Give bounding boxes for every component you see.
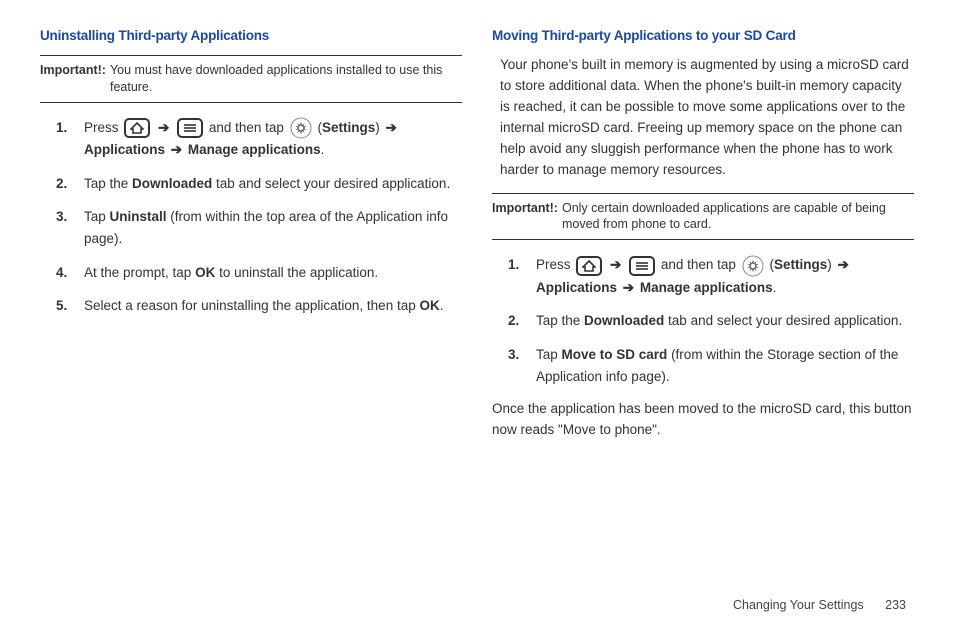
applications-label: Applications xyxy=(536,280,617,295)
step-2: Tap the Downloaded tab and select your d… xyxy=(66,173,462,195)
step-text: . xyxy=(773,280,777,295)
step-text: Tap the xyxy=(84,176,132,191)
ok-label: OK xyxy=(419,298,439,313)
right-steps: Press ➔ and then tap (Settings) ➔ Applic… xyxy=(492,254,914,387)
step-text: . xyxy=(321,142,325,157)
ok-label: OK xyxy=(195,265,215,280)
uninstall-label: Uninstall xyxy=(110,209,167,224)
step-text: Tap the xyxy=(536,313,584,328)
step-4: At the prompt, tap OK to uninstall the a… xyxy=(66,262,462,284)
step-text: At the prompt, tap xyxy=(84,265,195,280)
left-important-box: Important!: You must have downloaded app… xyxy=(40,55,462,103)
page-number: 233 xyxy=(885,598,906,612)
home-key-icon xyxy=(576,256,602,276)
arrow-icon: ➔ xyxy=(169,142,184,157)
settings-gear-icon xyxy=(742,255,764,277)
left-heading: Uninstalling Third-party Applications xyxy=(40,28,462,43)
page-footer: Changing Your Settings 233 xyxy=(733,598,906,612)
menu-key-icon xyxy=(629,256,655,276)
page-root: Uninstalling Third-party Applications Im… xyxy=(0,0,954,636)
arrow-icon: ➔ xyxy=(621,280,636,295)
left-column: Uninstalling Third-party Applications Im… xyxy=(40,28,462,616)
step-text: to uninstall the application. xyxy=(215,265,378,280)
step-text: tab and select your desired application. xyxy=(664,313,902,328)
step-text: . xyxy=(440,298,444,313)
right-important-box: Important!: Only certain downloaded appl… xyxy=(492,193,914,241)
step-text: Tap xyxy=(84,209,110,224)
right-intro: Your phone's built in memory is augmente… xyxy=(492,55,914,181)
right-heading: Moving Third-party Applications to your … xyxy=(492,28,914,43)
step-text: Press xyxy=(536,257,574,272)
important-text: You must have downloaded applications in… xyxy=(110,62,462,96)
right-column: Moving Third-party Applications to your … xyxy=(492,28,914,616)
arrow-icon: ➔ xyxy=(835,257,850,272)
important-text: Only certain downloaded applications are… xyxy=(562,200,914,234)
step-5: Select a reason for uninstalling the app… xyxy=(66,295,462,317)
downloaded-label: Downloaded xyxy=(132,176,212,191)
settings-gear-icon xyxy=(290,117,312,139)
arrow-icon: ➔ xyxy=(608,257,623,272)
menu-key-icon xyxy=(177,118,203,138)
step-1: Press ➔ and then tap (Settings) ➔ Applic… xyxy=(66,117,462,161)
move-sd-label: Move to SD card xyxy=(562,347,668,362)
settings-label: Settings xyxy=(774,257,827,272)
settings-label: Settings xyxy=(322,120,375,135)
important-label: Important!: xyxy=(40,62,110,96)
home-key-icon xyxy=(124,118,150,138)
manage-apps-label: Manage applications xyxy=(188,142,321,157)
left-steps: Press ➔ and then tap (Settings) ➔ Applic… xyxy=(40,117,462,317)
arrow-icon: ➔ xyxy=(383,120,398,135)
footer-section: Changing Your Settings xyxy=(733,598,864,612)
right-outro: Once the application has been moved to t… xyxy=(492,399,914,441)
applications-label: Applications xyxy=(84,142,165,157)
step-text: Press xyxy=(84,120,122,135)
step-text: Select a reason for uninstalling the app… xyxy=(84,298,419,313)
arrow-icon: ➔ xyxy=(156,120,171,135)
step-1: Press ➔ and then tap (Settings) ➔ Applic… xyxy=(518,254,914,298)
manage-apps-label: Manage applications xyxy=(640,280,773,295)
step-3: Tap Move to SD card (from within the Sto… xyxy=(518,344,914,387)
step-text: Tap xyxy=(536,347,562,362)
step-text: and then tap xyxy=(209,120,288,135)
step-2: Tap the Downloaded tab and select your d… xyxy=(518,310,914,332)
step-text: tab and select your desired application. xyxy=(212,176,450,191)
step-text: and then tap xyxy=(661,257,740,272)
step-3: Tap Uninstall (from within the top area … xyxy=(66,206,462,249)
important-label: Important!: xyxy=(492,200,562,234)
downloaded-label: Downloaded xyxy=(584,313,664,328)
